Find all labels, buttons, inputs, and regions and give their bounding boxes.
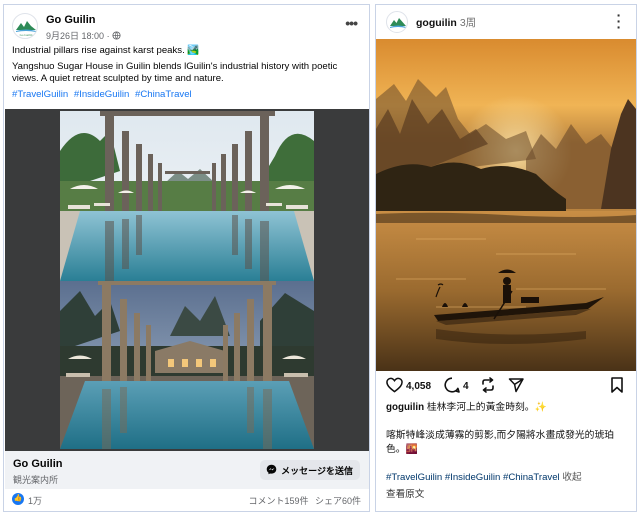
more-icon[interactable]: ••• [345,15,358,31]
repost-icon[interactable] [480,376,496,396]
like-count[interactable]: 4,058 [406,381,431,392]
hashtag-link[interactable]: #ChinaTravel [135,89,192,100]
hashtag-link[interactable]: #InsideGuilin [74,89,129,100]
post-header: Go Guilin Go Guilin 9月26日 18:00 · ••• [12,11,361,43]
caption-text: 桂林李河上的黃金時刻。✨ [426,402,547,413]
globe-icon [112,31,121,41]
comment-icon[interactable] [444,376,460,396]
share-action[interactable] [508,375,524,397]
hashtag-list: #TravelGuilin #InsideGuilin #ChinaTravel [12,89,364,101]
bookmark-icon[interactable] [610,376,624,396]
username-row: goguilin 3周 [416,15,476,30]
post-text: Industrial pillars rise against karst pe… [12,45,364,105]
see-original-link[interactable]: 查看原文 [386,486,424,500]
heart-icon[interactable] [386,377,403,396]
share-count[interactable]: シェア60件 [315,496,361,506]
page-name[interactable]: Go Guilin [46,14,96,26]
post-text-line2: Yangshuo Sugar House in Guilin blends lG… [12,61,338,84]
hashtag-link[interactable]: #InsideGuilin [445,472,500,483]
like-action[interactable]: 4,058 [386,375,431,397]
caption: goguilin 桂林李河上的黃金時刻。✨ [386,401,626,415]
engagement-stats: 👍 1万 コメント159件 シェア60件 [12,493,361,507]
profile-avatar[interactable] [386,11,408,33]
reaction-count[interactable]: 1万 [28,494,42,507]
caption-description: 喀斯特峰淡成薄霧的剪影,而夕陽將水畫成發光的琥珀色。🌇 [386,430,615,455]
collapse-link[interactable]: 收起 [562,472,581,483]
post-date[interactable]: 9月26日 18:00 [46,31,104,41]
sunset-river-photo[interactable] [376,39,636,371]
save-action[interactable] [610,375,624,397]
pool-photo-top[interactable] [60,111,314,281]
post-header: goguilin 3周 · · · [376,5,636,37]
thumbs-up-icon: 👍 [12,493,24,505]
send-message-label: メッセージを送信 [281,465,353,476]
post-age: 3周 [459,17,477,29]
page-avatar[interactable]: Go Guilin [12,13,38,39]
comment-count[interactable]: 4 [463,381,469,392]
more-vertical-icon[interactable]: · · · [616,8,622,34]
post-meta: 9月26日 18:00 · [46,29,121,42]
repost-action[interactable] [480,375,496,397]
post-media[interactable] [5,109,369,451]
comment-count[interactable]: コメント159件 [248,496,308,506]
send-icon[interactable] [508,377,524,396]
comment-share-stats: コメント159件 シェア60件 [244,494,361,507]
svg-text:Go Guilin: Go Guilin [20,33,33,37]
send-message-button[interactable]: メッセージを送信 [260,460,360,480]
comment-action[interactable]: 4 [444,375,469,397]
caption-username[interactable]: goguilin [386,402,424,413]
hashtag-link[interactable]: #ChinaTravel [503,472,560,483]
cta-page-name[interactable]: Go Guilin [13,458,63,470]
dot-separator: · [106,31,110,41]
hashtag-link[interactable]: #TravelGuilin [386,472,442,483]
hashtag-link[interactable]: #TravelGuilin [12,89,68,100]
instagram-post-card: goguilin 3周 · · · 4,058 4 goguilin 桂林李河上… [375,4,637,512]
pool-photo-bottom[interactable] [60,281,314,449]
cta-page-category: 観光案内所 [13,475,59,485]
cta-bar: Go Guilin 観光案内所 メッセージを送信 [5,451,369,489]
hashtag-list: #TravelGuilin #InsideGuilin #ChinaTravel… [386,469,631,483]
username[interactable]: goguilin [416,17,457,29]
post-text-line1: Industrial pillars rise against karst pe… [12,45,200,56]
action-bar: 4,058 4 [386,375,626,397]
facebook-post-card: Go Guilin Go Guilin 9月26日 18:00 · ••• In… [3,4,370,512]
messenger-icon [266,464,277,477]
